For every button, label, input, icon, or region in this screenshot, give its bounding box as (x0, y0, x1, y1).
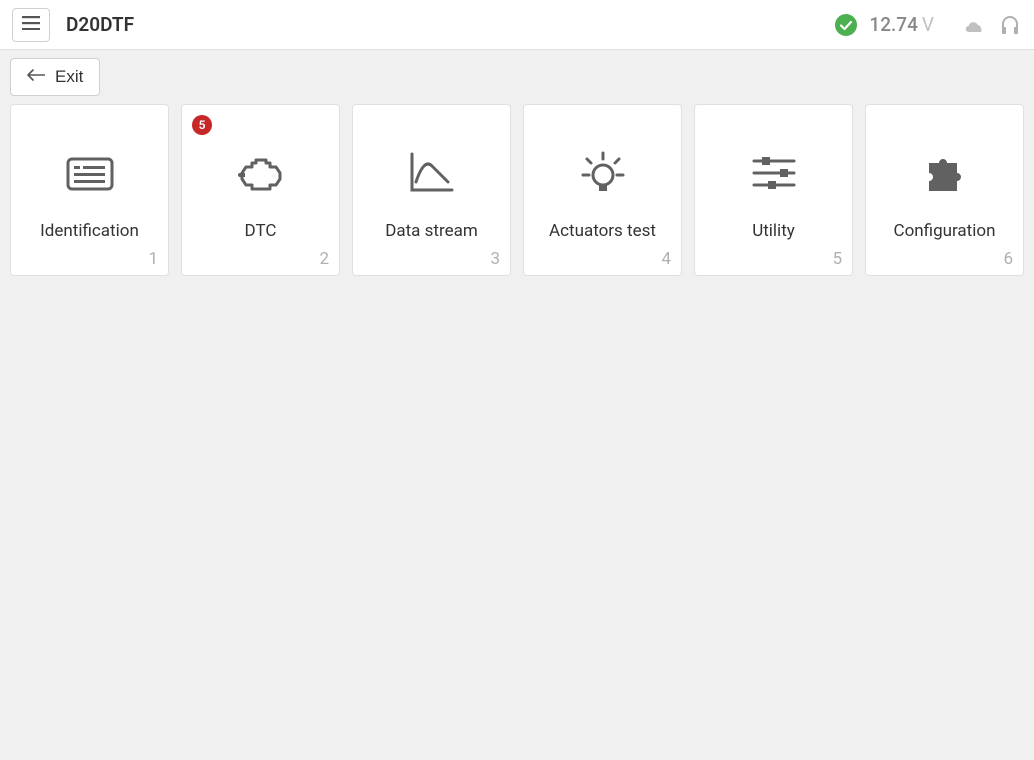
card-label: Configuration (894, 221, 996, 275)
graph-icon (408, 105, 456, 221)
card-actuators-test[interactable]: Actuators test 4 (523, 104, 682, 276)
card-label: Actuators test (549, 221, 656, 275)
puzzle-icon (921, 105, 969, 221)
engine-icon (236, 105, 286, 221)
toolbar: Exit (0, 50, 1034, 104)
arrow-left-icon (27, 67, 55, 87)
card-label: Utility (752, 221, 795, 275)
card-index: 6 (1003, 249, 1013, 269)
card-index: 3 (490, 249, 500, 269)
sliders-icon (752, 105, 796, 221)
card-identification[interactable]: Identification 1 (10, 104, 169, 276)
hamburger-icon (22, 16, 40, 33)
card-label: Data stream (385, 221, 478, 275)
headphones-icon[interactable] (998, 13, 1022, 37)
card-index: 4 (661, 249, 671, 269)
voltage-display: 12.74V (869, 13, 934, 36)
menu-button[interactable] (12, 8, 50, 42)
identification-icon (66, 105, 114, 221)
card-data-stream[interactable]: Data stream 3 (352, 104, 511, 276)
voltage-unit: V (922, 13, 934, 36)
card-index: 2 (319, 249, 329, 269)
exit-button-label: Exit (55, 67, 83, 87)
card-configuration[interactable]: Configuration 6 (865, 104, 1024, 276)
card-dtc[interactable]: 5 DTC 2 (181, 104, 340, 276)
lightbulb-icon (579, 105, 627, 221)
card-badge: 5 (192, 115, 212, 135)
card-index: 5 (832, 249, 842, 269)
voltage-value: 12.74 (869, 13, 917, 36)
card-label: Identification (40, 221, 139, 275)
page-title: D20DTF (66, 13, 134, 36)
card-grid: Identification 1 5 DTC 2 Data stream 3 (0, 104, 1034, 286)
exit-button[interactable]: Exit (10, 58, 100, 96)
card-label: DTC (245, 221, 277, 275)
card-utility[interactable]: Utility 5 (694, 104, 853, 276)
header: D20DTF 12.74V (0, 0, 1034, 50)
cloud-icon[interactable] (962, 13, 986, 37)
card-index: 1 (148, 249, 158, 269)
status-ok-icon (835, 14, 857, 36)
